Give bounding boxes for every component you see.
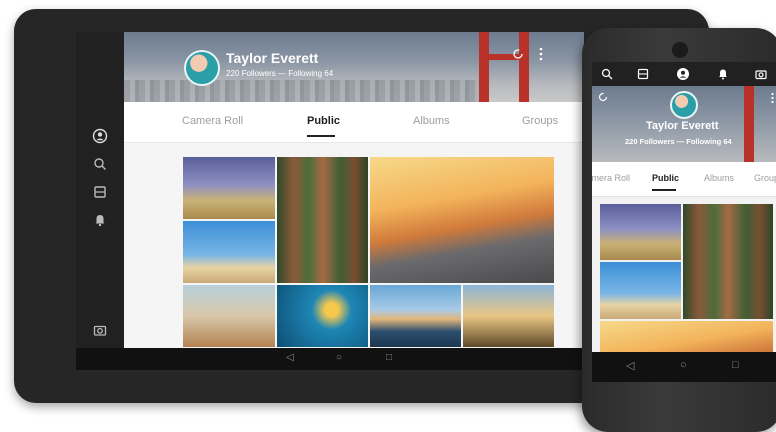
photo-tile[interactable] [183, 221, 275, 283]
photo-tile[interactable] [183, 157, 275, 219]
user-stats: 220 Followers — Following 64 [625, 137, 732, 146]
avatar[interactable] [670, 91, 698, 119]
profile-cover: Taylor Everett 220 Followers — Following… [124, 32, 584, 102]
tab-groups[interactable]: Groups [754, 173, 776, 183]
back-icon[interactable]: ◁ [626, 359, 634, 372]
phone-profile-tabs: Camera Roll Public Albums Groups [592, 162, 776, 197]
notifications-icon[interactable] [716, 67, 730, 81]
phone-nav-bar: ◁ ○ □ [592, 352, 776, 382]
photo-tile[interactable] [370, 157, 554, 283]
albums-icon[interactable] [92, 184, 108, 200]
recents-icon[interactable]: □ [732, 359, 739, 371]
more-icon[interactable] [538, 47, 544, 61]
tab-camera-roll[interactable]: Camera Roll [182, 115, 243, 127]
home-icon[interactable]: ○ [680, 359, 687, 371]
phone-profile-cover: Taylor Everett 220 Followers — Following… [592, 86, 776, 162]
phone-toolbar [592, 62, 776, 86]
home-icon[interactable]: ○ [336, 352, 342, 363]
recents-icon[interactable]: □ [386, 352, 392, 363]
active-tab-indicator [307, 135, 335, 137]
left-nav-rail [76, 32, 124, 370]
photo-tile[interactable] [277, 157, 368, 283]
bridge-tower [479, 32, 489, 102]
avatar[interactable] [184, 50, 220, 86]
tab-camera-roll[interactable]: Camera Roll [592, 173, 630, 183]
active-tab-indicator [652, 189, 676, 191]
phone-screen: Taylor Everett 220 Followers — Following… [592, 62, 776, 382]
cover-cityscape [124, 80, 484, 102]
photo-tile[interactable] [683, 204, 773, 319]
phone-speaker [672, 42, 688, 58]
tablet-screen: Taylor Everett 220 Followers — Following… [76, 32, 584, 370]
user-name: Taylor Everett [226, 50, 319, 66]
bridge-tower [519, 32, 529, 102]
tab-albums[interactable]: Albums [704, 173, 734, 183]
notifications-icon[interactable] [92, 212, 108, 228]
albums-icon[interactable] [636, 67, 650, 81]
photo-tile[interactable] [370, 285, 461, 347]
tab-groups[interactable]: Groups [522, 115, 558, 127]
profile-icon[interactable] [92, 128, 108, 144]
refresh-icon[interactable] [598, 92, 608, 102]
user-name: Taylor Everett [646, 120, 719, 132]
more-icon[interactable] [770, 92, 775, 104]
bridge-tower [744, 86, 754, 162]
search-icon[interactable] [600, 67, 614, 81]
user-stats: 220 Followers — Following 64 [226, 69, 334, 78]
refresh-icon[interactable] [512, 48, 524, 60]
photo-tile[interactable] [600, 262, 681, 319]
camera-icon[interactable] [754, 67, 768, 81]
profile-icon[interactable] [676, 67, 690, 81]
tablet-nav-bar: ◁ ○ □ [76, 348, 584, 370]
photo-tile[interactable] [183, 285, 275, 347]
camera-icon[interactable] [92, 322, 108, 338]
back-icon[interactable]: ◁ [286, 352, 294, 363]
profile-tabs: Camera Roll Public Albums Groups [124, 102, 584, 143]
photo-tile[interactable] [277, 285, 368, 347]
tab-public[interactable]: Public [307, 115, 340, 127]
photo-tile[interactable] [600, 204, 681, 260]
search-icon[interactable] [92, 156, 108, 172]
photo-tile[interactable] [463, 285, 554, 347]
tab-albums[interactable]: Albums [413, 115, 450, 127]
tab-public[interactable]: Public [652, 173, 679, 183]
